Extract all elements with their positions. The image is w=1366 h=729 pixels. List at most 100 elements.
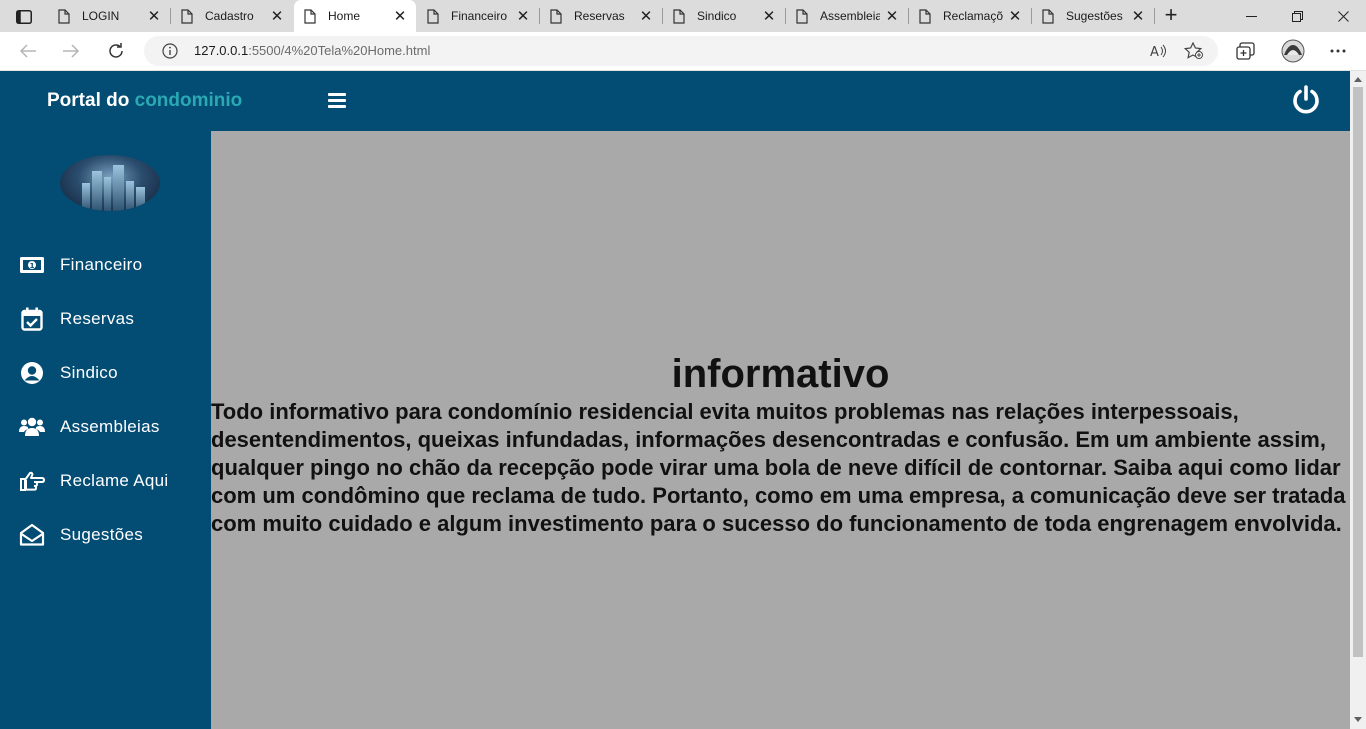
browser-tab-strip: LOGIN ✕ Cadastro ✕ Home ✕ Financeiro ✕ R… — [0, 0, 1366, 32]
tab-title: Financeiro — [451, 9, 508, 23]
page-viewport: Portal do condominio 1 Financeiro Reserv… — [0, 71, 1366, 729]
restore-button[interactable] — [1274, 0, 1320, 32]
restore-icon — [1291, 10, 1303, 22]
sidebar-item-label: Sugestões — [60, 525, 144, 544]
close-icon[interactable]: ✕ — [1003, 7, 1027, 25]
browser-tab-reclamacoes[interactable]: Reclamações ✕ — [909, 0, 1031, 32]
reload-button[interactable] — [103, 40, 129, 62]
page-icon — [796, 8, 808, 24]
sidebar-item-sindico[interactable]: Sindico — [0, 353, 211, 393]
site-brand[interactable]: Portal do condominio — [47, 90, 242, 112]
close-icon[interactable]: ✕ — [880, 7, 904, 25]
close-icon[interactable]: ✕ — [511, 7, 535, 25]
user-circle-icon — [19, 360, 45, 386]
money-bill-icon: 1 — [19, 252, 45, 278]
tab-title: Cadastro — [205, 9, 254, 23]
refresh-icon — [109, 43, 123, 58]
tab-title: Sindico — [697, 9, 737, 23]
page-icon — [304, 8, 316, 24]
page-icon — [58, 8, 70, 24]
address-bar-row: 127.0.0.1:5500/4%20Tela%20Home.html A — [0, 32, 1366, 71]
tab-title: Reservas — [574, 9, 625, 23]
page-icon — [1042, 8, 1054, 24]
sidebar-item-financeiro[interactable]: 1 Financeiro — [0, 245, 211, 285]
close-icon[interactable]: ✕ — [757, 7, 781, 25]
tab-title: Home — [328, 9, 361, 23]
sidebar: 1 Financeiro Reservas Sindico Assembleia… — [0, 131, 211, 729]
browser-tab-reservas[interactable]: Reservas ✕ — [540, 0, 662, 32]
scroll-down-icon[interactable] — [1354, 717, 1362, 722]
info-icon[interactable] — [162, 43, 178, 59]
minimize-button[interactable] — [1228, 0, 1274, 32]
url-host: 127.0.0.1 — [194, 43, 249, 58]
url-text: 127.0.0.1:5500/4%20Tela%20Home.html — [194, 43, 430, 58]
sidebar-item-label: Reclame Aqui — [60, 471, 169, 490]
forward-button[interactable] — [58, 40, 84, 62]
sidebar-item-label: Assembleias — [60, 417, 160, 436]
page-icon — [550, 8, 562, 24]
page-scrollbar[interactable] — [1350, 71, 1366, 729]
collections-icon — [1236, 42, 1255, 60]
url-path: :5500/4%20Tela%20Home.html — [248, 43, 431, 58]
minimize-icon — [1245, 15, 1257, 17]
close-icon[interactable]: ✕ — [388, 7, 412, 25]
menu-toggle-icon[interactable] — [328, 93, 346, 109]
power-icon[interactable] — [1292, 85, 1320, 115]
settings-menu-button[interactable] — [1326, 40, 1350, 62]
close-icon[interactable]: ✕ — [1126, 7, 1150, 25]
url-field[interactable]: 127.0.0.1:5500/4%20Tela%20Home.html A — [144, 36, 1218, 66]
sidebar-item-label: Sindico — [60, 363, 118, 382]
sidebar-item-reclame-aqui[interactable]: Reclame Aqui — [0, 461, 211, 501]
users-icon — [19, 414, 45, 440]
profile-avatar-icon — [1281, 39, 1305, 63]
sidebar-item-assembleias[interactable]: Assembleias — [0, 407, 211, 447]
page-icon — [919, 8, 931, 24]
profile-button[interactable] — [1281, 39, 1305, 63]
sidebar-item-label: Financeiro — [60, 255, 143, 274]
svg-text:A: A — [1150, 45, 1159, 59]
more-dots-icon — [1330, 49, 1346, 53]
sidebar-item-reservas[interactable]: Reservas — [0, 299, 211, 339]
browser-tab-sugestoes[interactable]: Sugestões ✕ — [1032, 0, 1154, 32]
scrollbar-thumb[interactable] — [1353, 87, 1363, 657]
browser-tab-login[interactable]: LOGIN ✕ — [48, 0, 170, 32]
read-aloud-icon[interactable]: A — [1148, 42, 1168, 60]
brand-text: Portal do — [47, 90, 130, 111]
scroll-up-icon[interactable] — [1354, 77, 1362, 82]
main-content: informativo Todo informativo para condom… — [211, 131, 1350, 729]
tab-actions-icon[interactable] — [8, 6, 40, 28]
browser-tab-financeiro[interactable]: Financeiro ✕ — [417, 0, 539, 32]
browser-tab-assembleias[interactable]: Assembleias ✕ — [786, 0, 908, 32]
tab-title: Reclamações — [943, 9, 1003, 23]
back-button[interactable] — [15, 40, 41, 62]
avatar — [60, 155, 160, 211]
envelope-open-icon — [19, 522, 45, 548]
browser-tab-cadastro[interactable]: Cadastro ✕ — [171, 0, 293, 32]
sidebar-item-label: Reservas — [60, 309, 135, 328]
informative-text: Todo informativo para condomínio residen… — [211, 399, 1346, 536]
tab-title: Sugestões — [1066, 9, 1123, 23]
page-title: informativo — [671, 352, 890, 396]
arrow-left-icon — [19, 44, 36, 58]
brand-accent-text: condominio — [134, 90, 243, 111]
browser-tab-home[interactable]: Home ✕ — [294, 0, 416, 32]
tab-title: LOGIN — [82, 9, 120, 23]
tab-title: Assembleias — [820, 9, 880, 23]
collections-button[interactable] — [1234, 40, 1258, 62]
page-icon — [427, 8, 439, 24]
arrow-right-icon — [63, 44, 80, 58]
close-icon[interactable]: ✕ — [265, 7, 289, 25]
page-icon — [181, 8, 193, 24]
sidebar-item-sugestoes[interactable]: Sugestões — [0, 515, 211, 555]
hand-point-icon — [19, 468, 45, 494]
window-close-button[interactable] — [1320, 0, 1366, 32]
close-icon[interactable]: ✕ — [142, 7, 166, 25]
favorite-star-icon[interactable] — [1184, 42, 1204, 60]
close-icon[interactable]: ✕ — [634, 7, 658, 25]
browser-tab-sindico[interactable]: Sindico ✕ — [663, 0, 785, 32]
new-tab-button[interactable]: + — [1158, 4, 1184, 28]
tab-separator — [1154, 8, 1155, 24]
site-header: Portal do condominio — [0, 71, 1350, 131]
calendar-check-icon — [19, 306, 45, 332]
page-icon — [673, 8, 685, 24]
